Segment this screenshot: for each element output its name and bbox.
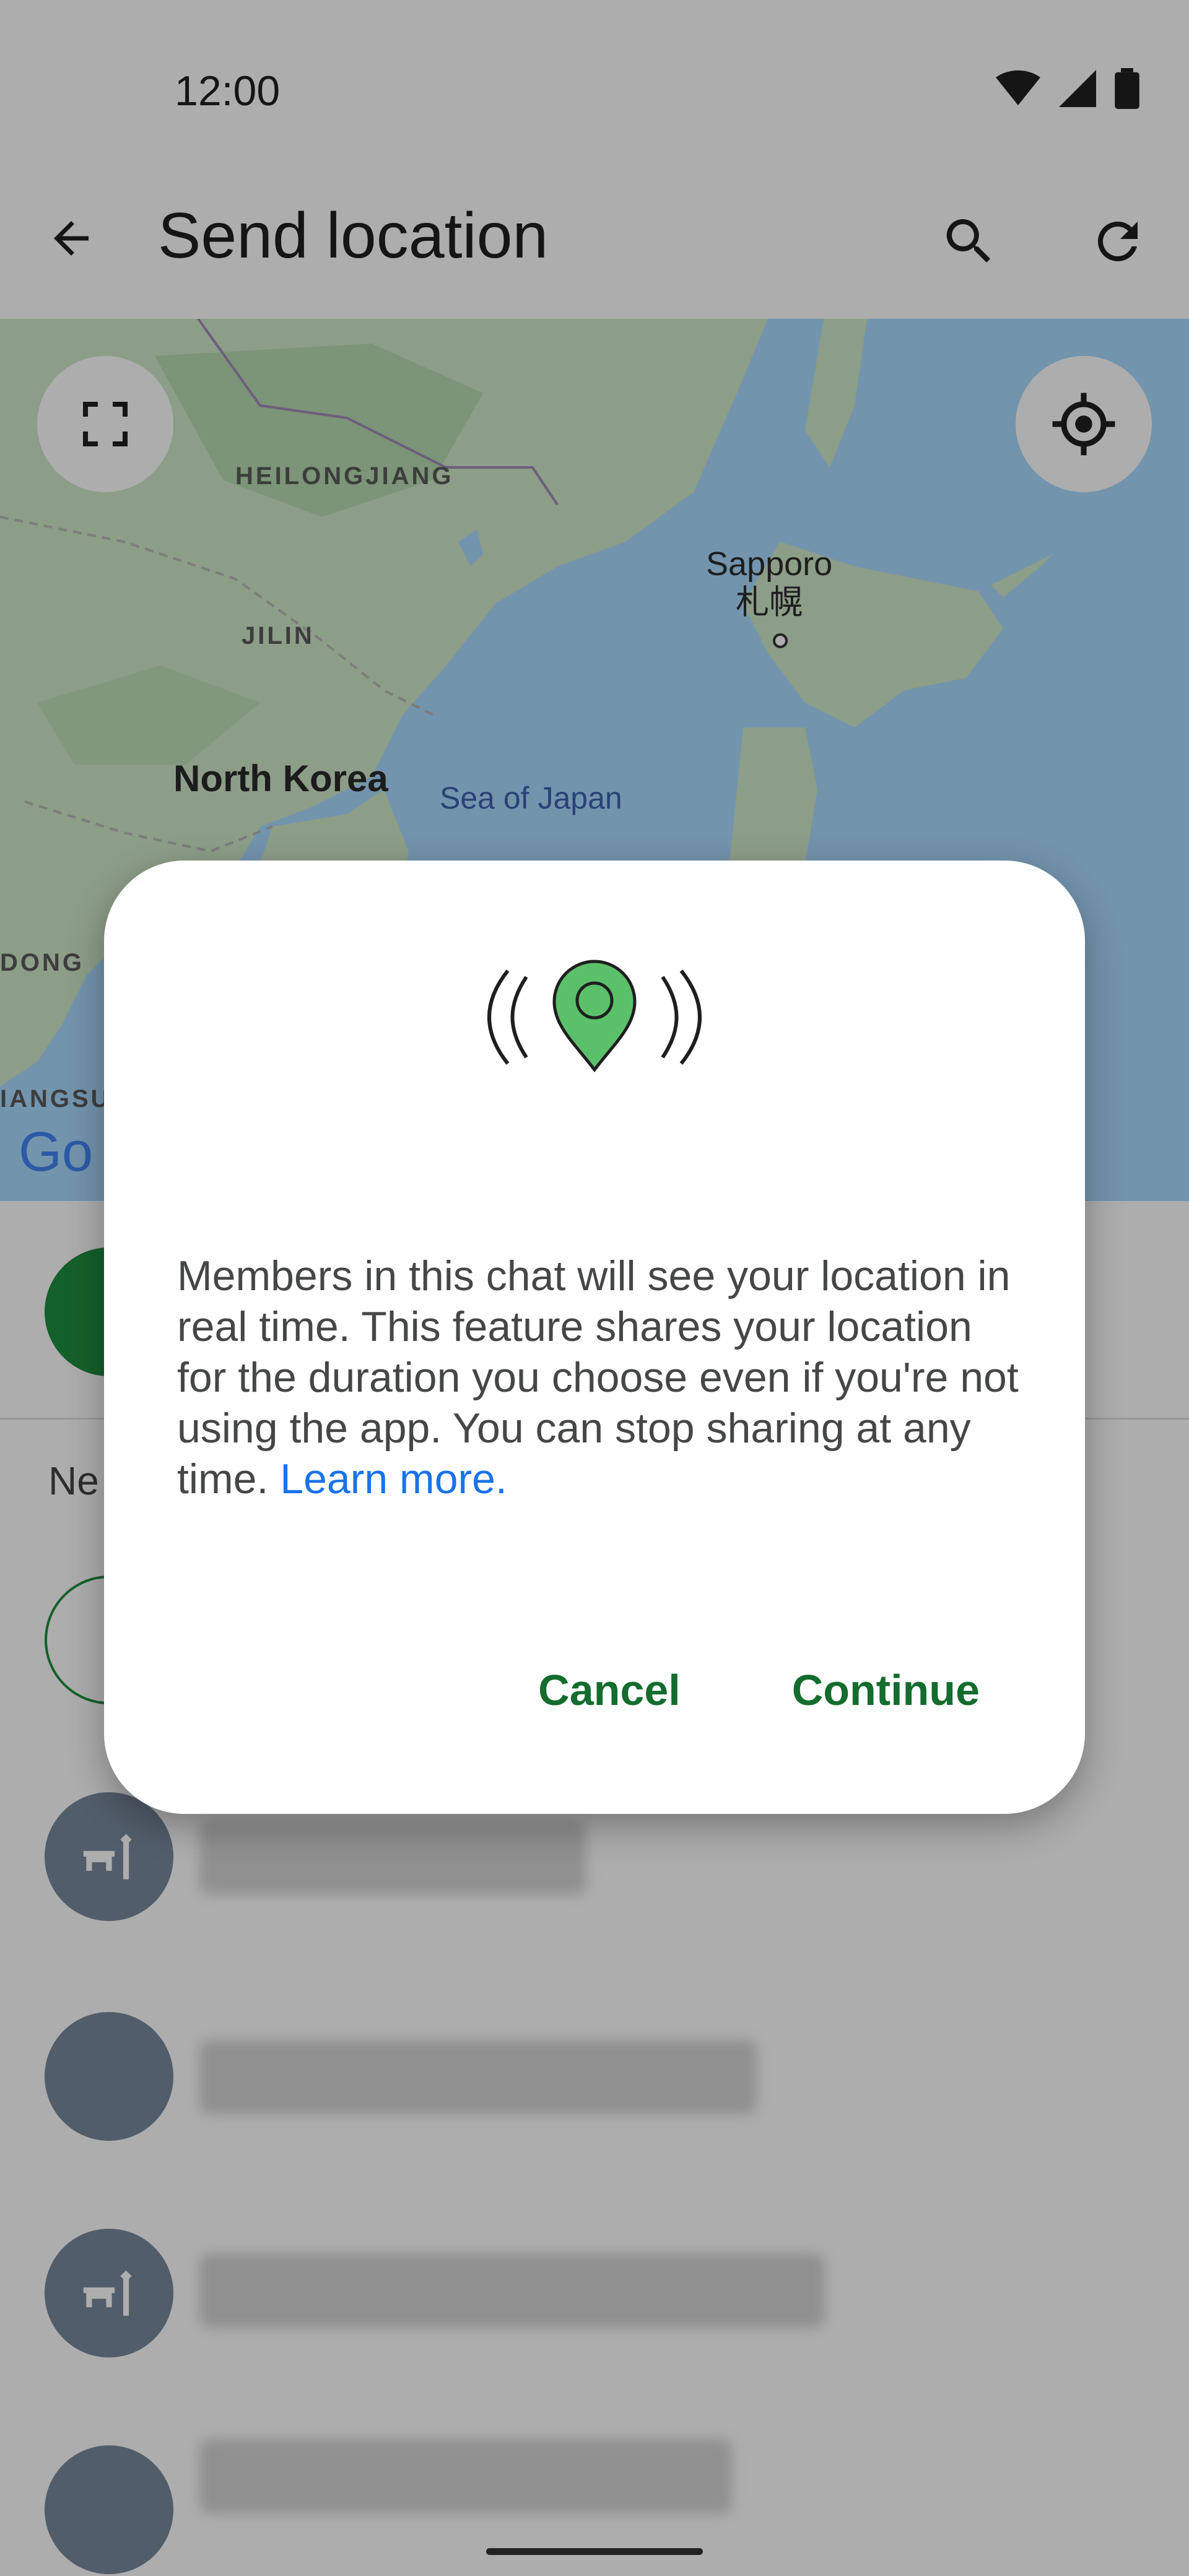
learn-more-link[interactable]: Learn more [280,1455,495,1503]
cancel-button[interactable]: Cancel [538,1665,681,1715]
live-location-pin-icon [487,960,702,1073]
screen: 12:00 Send location HEILONGJIANG JILIN N… [0,0,1189,2576]
continue-button[interactable]: Continue [792,1665,980,1715]
dialog-message: Members in this chat will see your locat… [177,1251,1019,1504]
live-location-dialog: Members in this chat will see your locat… [104,861,1085,1814]
dialog-actions: Cancel Continue [538,1665,980,1715]
learn-more-period: . [495,1455,507,1503]
